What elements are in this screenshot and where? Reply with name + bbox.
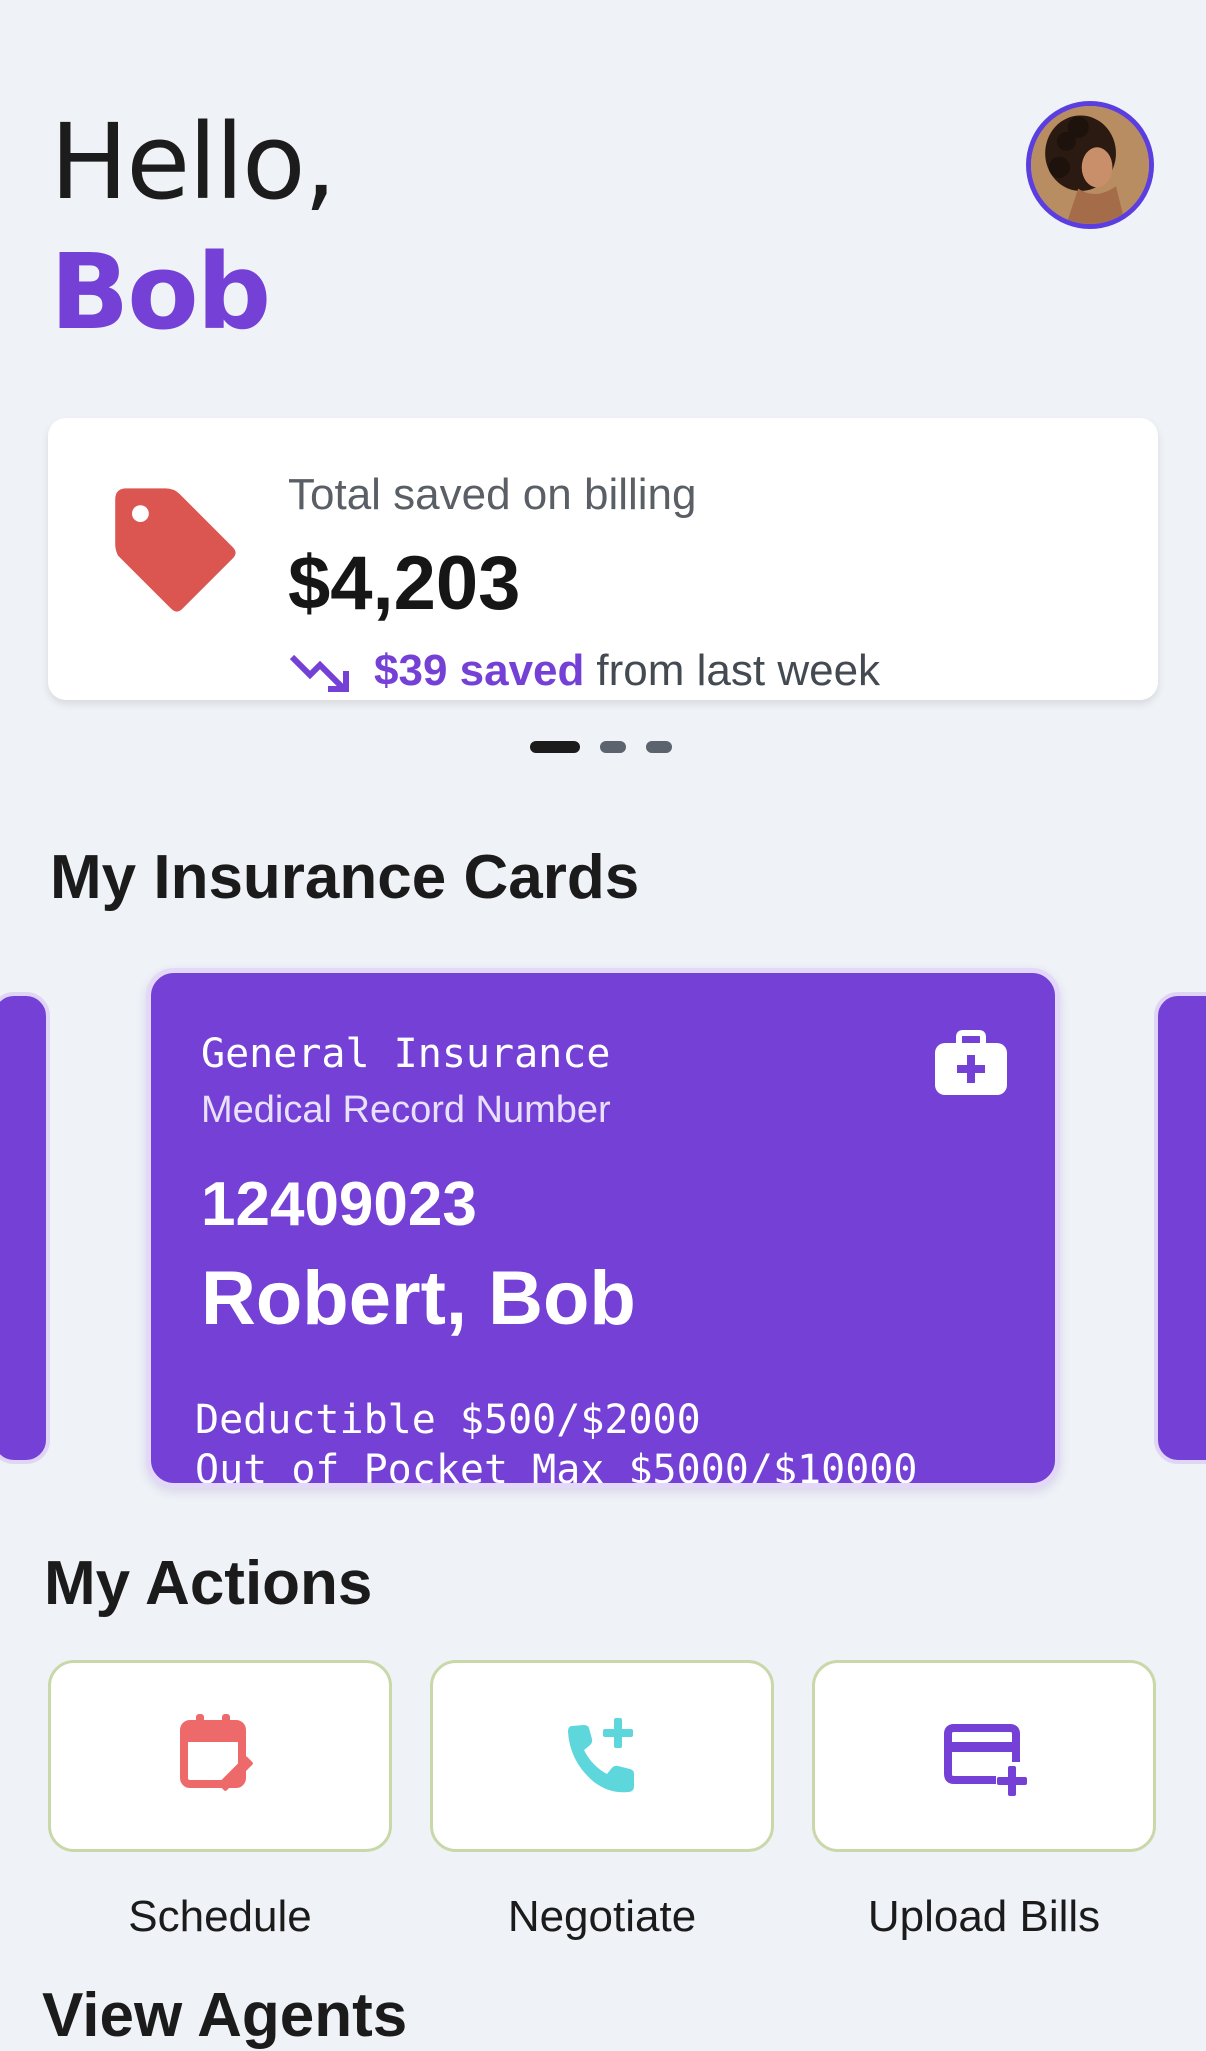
greeting: Hello, Bob — [50, 101, 337, 353]
avatar[interactable] — [1026, 101, 1154, 229]
member-name: Robert, Bob — [201, 1256, 636, 1341]
trend-amount: $39 saved — [374, 646, 585, 695]
carousel-dot[interactable] — [646, 741, 672, 753]
phone-add-icon — [568, 1718, 634, 1793]
trend-text: from last week — [596, 646, 881, 695]
upload-bills-label: Upload Bills — [867, 1892, 1101, 1941]
insurance-type: General Insurance — [201, 1031, 611, 1077]
insurance-section-title: My Insurance Cards — [50, 843, 640, 912]
savings-label: Total saved on billing — [288, 470, 697, 519]
calendar-edit-icon — [180, 1714, 253, 1791]
schedule-button[interactable] — [48, 1660, 392, 1852]
user-avatar-icon — [1031, 106, 1149, 224]
savings-trend: $39 saved from last week — [288, 646, 880, 696]
insurance-card[interactable]: General Insurance Medical Record Number … — [146, 968, 1060, 1488]
insurance-card-next[interactable] — [1154, 992, 1206, 1464]
mrn-label: Medical Record Number — [201, 1089, 611, 1131]
carousel-dot[interactable] — [600, 741, 626, 753]
carousel-dot-active[interactable] — [530, 741, 580, 753]
agents-section-title: View Agents — [42, 1981, 408, 2050]
medical-kit-icon — [935, 1030, 1007, 1095]
negotiate-label: Negotiate — [507, 1892, 697, 1941]
negotiate-button[interactable] — [430, 1660, 774, 1852]
savings-card[interactable]: Total saved on billing $4,203 $39 saved … — [48, 418, 1158, 700]
trending-down-icon — [289, 654, 349, 692]
deductible: Deductible $500/$2000 — [195, 1397, 701, 1443]
upload-bills-button[interactable] — [812, 1660, 1156, 1852]
price-tag-icon — [115, 488, 236, 612]
mrn-number: 12409023 — [201, 1170, 477, 1239]
savings-amount: $4,203 — [288, 541, 521, 626]
card-add-icon — [944, 1724, 1027, 1796]
carousel-indicator — [530, 741, 672, 753]
schedule-label: Schedule — [128, 1892, 312, 1941]
out-of-pocket-max: Out of Pocket Max $5000/$10000 — [195, 1447, 918, 1488]
greeting-hello: Hello, — [50, 101, 337, 223]
greeting-name: Bob — [50, 231, 271, 353]
insurance-card-previous[interactable] — [0, 992, 50, 1464]
actions-section-title: My Actions — [44, 1549, 373, 1618]
